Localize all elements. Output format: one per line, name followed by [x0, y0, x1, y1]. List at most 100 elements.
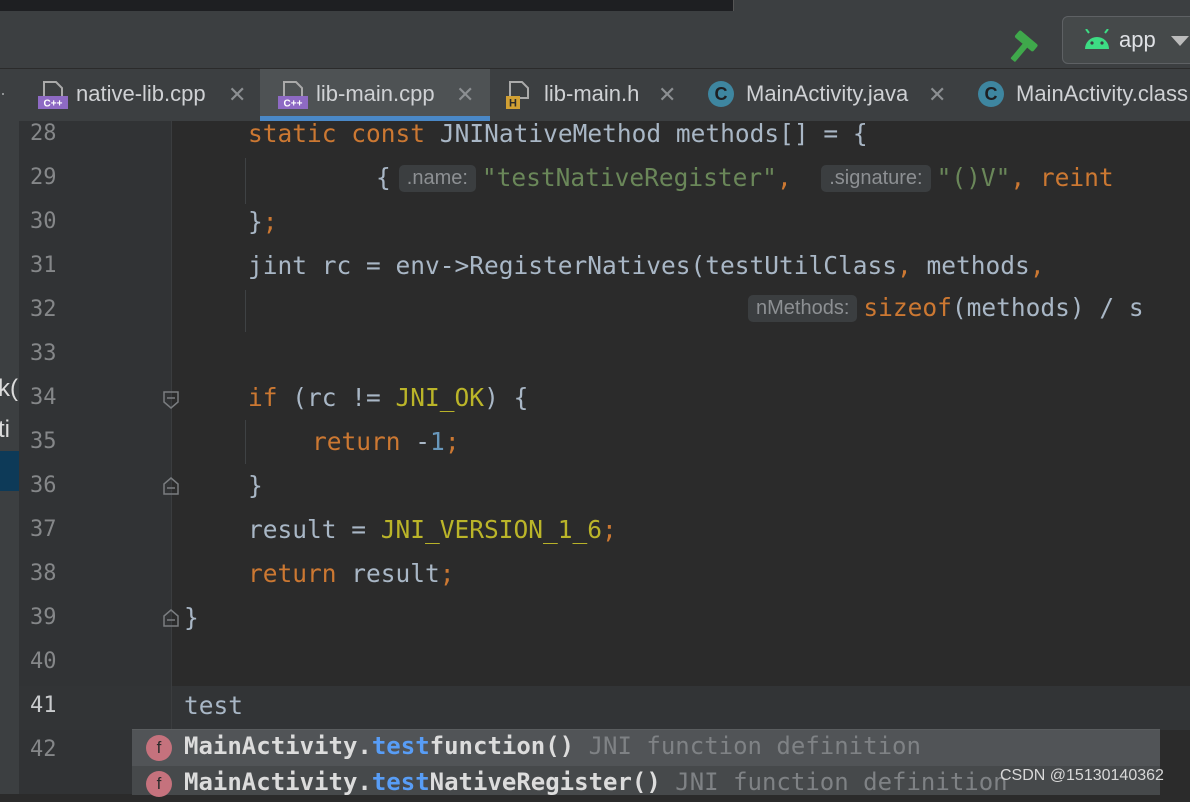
code-line-28[interactable]: static const JNINativeMethod methods[] =…	[248, 119, 868, 148]
brace: {	[376, 163, 391, 192]
completion-match: test	[371, 732, 430, 760]
function-icon: f	[146, 735, 172, 761]
identifier: result =	[248, 515, 381, 544]
line-number: 35	[30, 429, 57, 454]
tab-mainactivity-java[interactable]: C MainActivity.java ✕	[690, 69, 960, 121]
comma: ,	[1029, 251, 1045, 280]
tab-label: native-lib.cpp	[76, 81, 206, 106]
code-line-30[interactable]: };	[248, 207, 278, 236]
code-line-31[interactable]: jint rc = env->RegisterNatives(testUtilC…	[248, 251, 1045, 280]
title-bar	[0, 0, 1190, 11]
line-number-current: 41	[30, 693, 57, 718]
android-icon	[1085, 29, 1109, 49]
completion-item[interactable]: f MainActivity.testfunction() JNI functi…	[132, 730, 1160, 766]
completion-description: JNI function definition	[675, 768, 1008, 796]
completion-popup[interactable]: f MainActivity.testfunction() JNI functi…	[132, 729, 1160, 797]
project-panel-edge: k( ti	[0, 121, 19, 794]
line-number: 42	[30, 737, 57, 762]
brace: }	[248, 471, 263, 500]
code-line-34[interactable]: if (rc != JNI_OK) {	[248, 383, 528, 412]
fold-end-icon[interactable]	[163, 477, 179, 495]
brace: ) {	[484, 383, 529, 412]
chevron-down-icon	[1171, 36, 1189, 46]
tab-mainactivity-class[interactable]: C MainActivity.class	[960, 69, 1190, 121]
code-line-32[interactable]: nMethods: sizeof(methods) / s	[748, 293, 1144, 322]
line-number: 32	[30, 297, 57, 322]
param-hint-signature: .signature:	[821, 165, 931, 192]
code-line-29[interactable]: { .name: "testNativeRegister", .signature:…	[376, 163, 1114, 192]
fold-collapse-icon[interactable]	[163, 391, 179, 409]
code-line-38[interactable]: return result;	[248, 559, 455, 588]
comma: ,	[776, 163, 792, 192]
semicolon: ;	[439, 559, 455, 588]
keyword: const	[351, 119, 426, 148]
line-number: 31	[30, 253, 57, 278]
code-line-35[interactable]: return -1;	[312, 427, 460, 456]
cpp-file-icon: C++	[278, 81, 308, 110]
identifier: JNINativeMethod methods[] = {	[439, 119, 868, 148]
fold-end-icon[interactable]	[163, 609, 179, 627]
watermark: CSDN @15130140362	[1000, 767, 1164, 784]
line-number: 37	[30, 517, 57, 542]
indent-guide	[245, 158, 246, 204]
comma: ,	[897, 251, 912, 280]
tab-lib-main-cpp[interactable]: C++ lib-main.cpp ✕	[260, 69, 490, 121]
tab-label: MainActivity.class	[1016, 81, 1188, 106]
project-panel-text: k(	[0, 375, 18, 402]
identifier: (rc !=	[292, 383, 396, 412]
cpp-file-icon: C++	[38, 81, 68, 110]
code-line-36[interactable]: }	[248, 471, 263, 500]
close-icon[interactable]: ✕	[456, 82, 474, 108]
tab-overflow-indicator[interactable]: ·	[0, 83, 6, 104]
gutter-separator	[171, 121, 172, 794]
code-line-41[interactable]: test	[184, 691, 243, 720]
run-config-selector[interactable]: app	[1062, 16, 1190, 64]
close-icon[interactable]: ✕	[228, 82, 246, 108]
code-line-39[interactable]: }	[184, 603, 199, 632]
semicolon: ;	[262, 207, 278, 236]
function-icon: f	[146, 771, 172, 797]
title-bar-right	[733, 0, 1190, 11]
semicolon: ;	[444, 427, 460, 456]
project-panel-selection[interactable]	[0, 451, 19, 491]
typed-text: test	[184, 691, 244, 720]
tab-label: lib-main.h	[544, 81, 640, 106]
keyword: if	[248, 383, 278, 412]
macro: JNI_VERSION_1_6	[380, 515, 603, 544]
brace: }	[184, 603, 199, 632]
tab-label: MainActivity.java	[746, 81, 909, 106]
keyword: static	[248, 119, 337, 148]
completion-rest: NativeRegister()	[429, 768, 661, 796]
tab-native-lib-cpp[interactable]: C++ native-lib.cpp ✕	[24, 69, 260, 121]
badge-text: C++	[284, 99, 303, 110]
identifier: jint rc = env->RegisterNatives(testUtilC…	[248, 251, 898, 280]
number: 1	[430, 427, 445, 456]
line-number: 36	[30, 473, 57, 498]
macro: JNI_OK	[395, 383, 485, 412]
comma: ,	[1010, 163, 1026, 192]
tab-lib-main-h[interactable]: H lib-main.h ✕	[490, 69, 690, 121]
param-hint-name: .name:	[398, 165, 476, 192]
line-number: 33	[30, 341, 57, 366]
completion-prefix: MainActivity.	[184, 768, 372, 796]
semicolon: ;	[602, 515, 617, 544]
string-literal: "testNativeRegister"	[481, 163, 777, 192]
tab-label: lib-main.cpp	[316, 81, 435, 106]
run-config-label: app	[1119, 27, 1156, 52]
code-line-37[interactable]: result = JNI_VERSION_1_6;	[248, 515, 617, 544]
close-icon[interactable]: ✕	[658, 82, 676, 108]
line-number: 30	[30, 209, 57, 234]
completion-prefix: MainActivity.	[184, 732, 372, 760]
hammer-icon[interactable]	[1005, 30, 1041, 66]
line-number: 28	[30, 121, 57, 146]
toolbar: app	[0, 11, 1190, 69]
param-hint-nmethods: nMethods:	[748, 295, 858, 322]
keyword: reint	[1039, 163, 1114, 192]
editor-tabs: · C++ native-lib.cpp ✕ C++ lib-main.cpp …	[0, 69, 1190, 121]
identifier: methods	[926, 251, 1030, 280]
line-number: 29	[30, 165, 57, 190]
completion-match: test	[371, 768, 430, 796]
line-number: 38	[30, 561, 57, 586]
completion-text: MainActivity.testfunction() JNI function…	[184, 732, 921, 760]
close-icon[interactable]: ✕	[928, 82, 946, 108]
